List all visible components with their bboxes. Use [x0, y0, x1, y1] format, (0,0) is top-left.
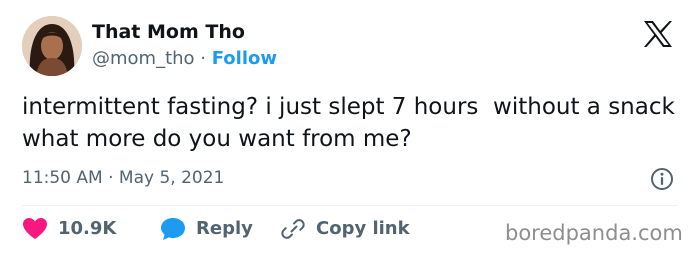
- reply-label: Reply: [196, 218, 253, 239]
- follow-button[interactable]: Follow: [212, 48, 277, 69]
- tweet-timestamp[interactable]: 11:50 AM · May 5, 2021: [22, 167, 224, 189]
- x-logo-icon[interactable]: [643, 20, 673, 48]
- speech-bubble-icon: [160, 217, 186, 241]
- info-icon[interactable]: [650, 167, 674, 191]
- copy-link-button[interactable]: Copy link: [280, 217, 410, 241]
- watermark: boredpanda.com: [505, 221, 683, 245]
- avatar[interactable]: [22, 16, 82, 76]
- tweet-card: That Mom Tho @mom_tho · Follow intermitt…: [0, 0, 700, 256]
- author-handle-line: @mom_tho · Follow: [92, 47, 277, 71]
- avatar-photo: [22, 16, 82, 76]
- link-icon: [280, 217, 306, 241]
- handle-separator: ·: [194, 48, 212, 69]
- reply-button[interactable]: Reply: [160, 217, 253, 241]
- author-display-name[interactable]: That Mom Tho: [92, 20, 245, 44]
- divider: [22, 205, 678, 206]
- like-count: 10.9K: [58, 218, 117, 239]
- like-button[interactable]: 10.9K: [22, 217, 116, 241]
- author-handle[interactable]: @mom_tho: [92, 48, 195, 69]
- heart-icon: [22, 217, 48, 241]
- tweet-text: intermittent fasting? i just slept 7 hou…: [22, 94, 683, 152]
- copy-link-label: Copy link: [316, 218, 410, 239]
